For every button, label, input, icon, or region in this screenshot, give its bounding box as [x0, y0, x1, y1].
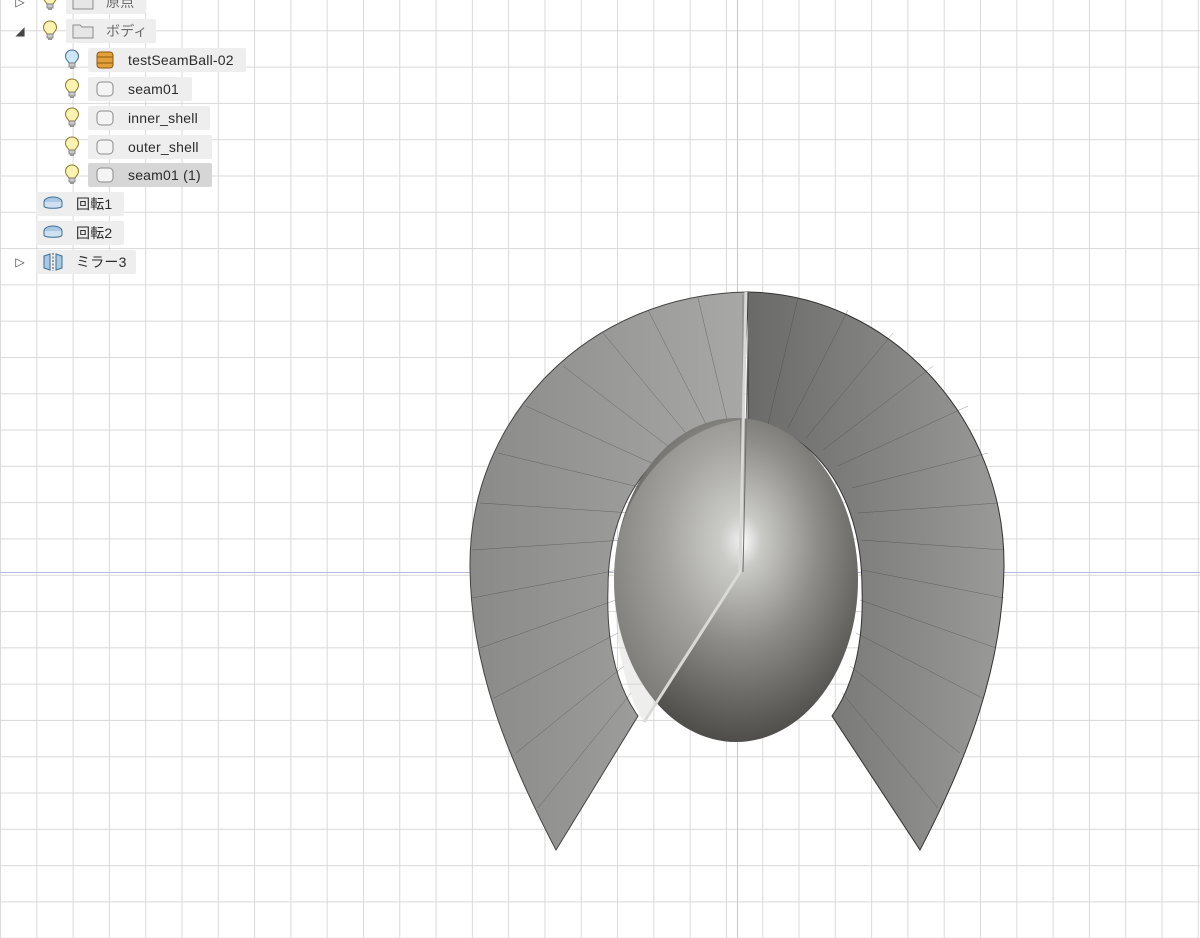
- tree-row-feature: ▷ ミラー3: [0, 250, 150, 274]
- tree-item-label: 回転2: [76, 225, 113, 241]
- mirror-feature-icon: [43, 253, 63, 271]
- tree-item-seam01[interactable]: seam01: [88, 77, 192, 101]
- tree-item-origin[interactable]: 原点: [66, 0, 146, 14]
- browser-tree: ▷ 原点 ◢ ボディ testSeamBall-02 seam01 inner_…: [0, 0, 260, 280]
- body-icon: [96, 110, 114, 126]
- tree-item-label: testSeamBall-02: [128, 52, 234, 68]
- tree-item-seam01-1[interactable]: seam01 (1): [88, 163, 212, 187]
- tree-row-body: outer_shell: [0, 135, 220, 159]
- tree-item-label: inner_shell: [128, 110, 198, 126]
- tree-item-outer-shell[interactable]: outer_shell: [88, 135, 212, 159]
- body-icon: [96, 81, 114, 97]
- tree-row-body: inner_shell: [0, 106, 220, 130]
- tree-item-bodies[interactable]: ボディ: [66, 19, 156, 43]
- collapse-arrow-icon[interactable]: ◢: [13, 24, 27, 38]
- tree-item-mirror3[interactable]: ミラー3: [36, 250, 136, 274]
- tree-item-label: outer_shell: [128, 139, 199, 155]
- visibility-bulb-icon[interactable]: [64, 78, 80, 100]
- tree-row-body: seam01: [0, 77, 200, 101]
- seam-ball-model[interactable]: [468, 288, 1008, 858]
- tree-item-inner-shell[interactable]: inner_shell: [88, 106, 210, 130]
- component-body-icon: [96, 51, 114, 69]
- tree-item-label: seam01: [128, 81, 180, 97]
- tree-item-revolve2[interactable]: 回転2: [36, 221, 124, 245]
- tree-row-bodies: ◢ ボディ: [0, 19, 160, 43]
- expand-arrow-icon[interactable]: ▷: [13, 255, 27, 269]
- tree-item-label: 原点: [106, 0, 135, 10]
- tree-item-label: ボディ: [106, 23, 148, 39]
- body-icon: [96, 167, 114, 183]
- visibility-bulb-icon[interactable]: [64, 107, 80, 129]
- tree-row-feature: 回転2: [0, 221, 140, 245]
- tree-row-body: testSeamBall-02: [0, 48, 250, 72]
- visibility-bulb-icon[interactable]: [42, 0, 58, 12]
- visibility-bulb-icon[interactable]: [64, 49, 80, 71]
- folder-icon: [72, 0, 94, 10]
- visibility-bulb-icon[interactable]: [64, 136, 80, 158]
- tree-item-label: ミラー3: [76, 254, 127, 270]
- visibility-bulb-icon[interactable]: [64, 164, 80, 186]
- revolve-feature-icon: [43, 196, 63, 209]
- tree-item-label: seam01 (1): [128, 167, 201, 183]
- revolve-feature-icon: [43, 225, 63, 238]
- tree-row-feature: 回転1: [0, 192, 140, 216]
- body-icon: [96, 139, 114, 155]
- tree-item-testSeamBall[interactable]: testSeamBall-02: [88, 48, 246, 72]
- tree-item-label: 回転1: [76, 196, 113, 212]
- visibility-bulb-icon[interactable]: [42, 20, 58, 42]
- tree-item-revolve1[interactable]: 回転1: [36, 192, 124, 216]
- folder-icon: [72, 24, 94, 39]
- expand-arrow-icon[interactable]: ▷: [13, 0, 27, 9]
- tree-row-body: seam01 (1): [0, 163, 220, 187]
- tree-row-origin: ▷ 原点: [0, 0, 150, 14]
